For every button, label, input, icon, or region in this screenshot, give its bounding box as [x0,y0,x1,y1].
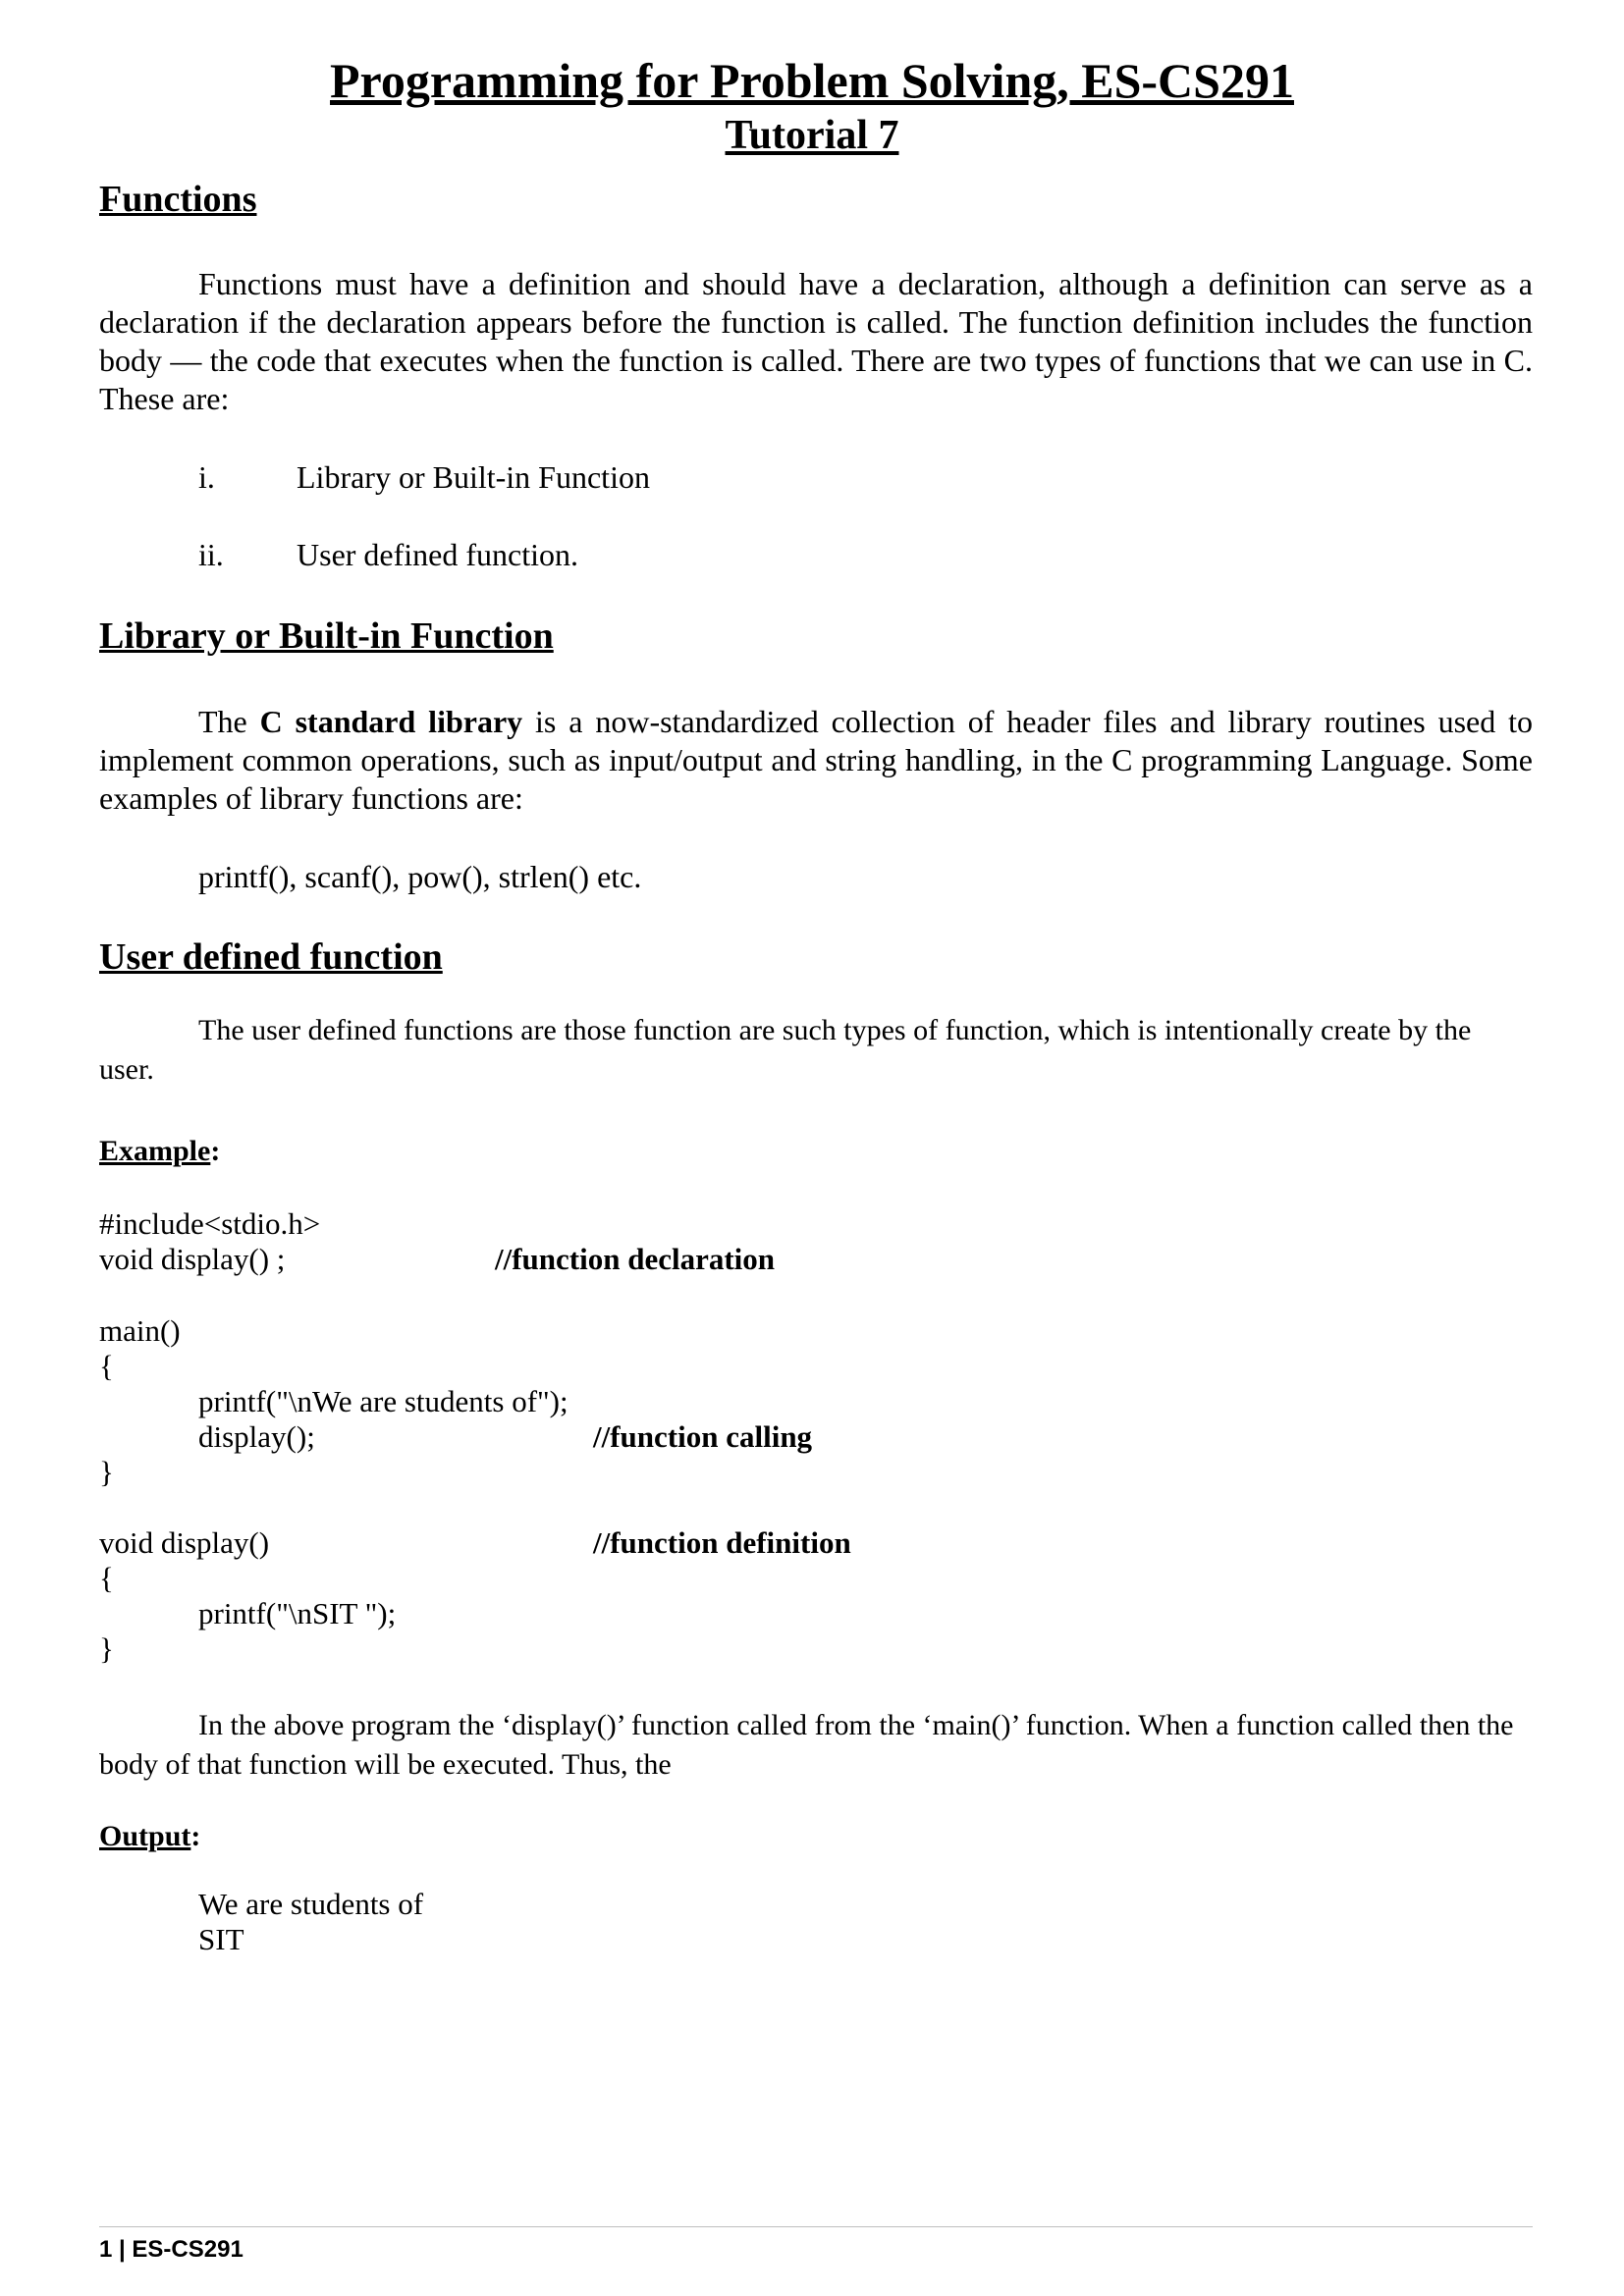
list-item-1-text: Library or Built-in Function [297,459,650,495]
code-declaration: void display() ; [99,1242,286,1276]
user-defined-heading: User defined function [99,936,443,978]
output-label-text: Output [99,1820,191,1852]
example-explanation: In the above program the ‘display()’ fun… [99,1709,1514,1781]
code-comment-declaration: //function declaration [495,1242,776,1276]
library-heading: Library or Built-in Function [99,615,554,657]
document-subtitle: Tutorial 7 [725,113,899,158]
library-paragraph-bold: C standard library [259,704,523,739]
code-open-brace-2: { [99,1561,114,1595]
example-label: Example: [99,1133,220,1170]
code-close-brace-1: } [99,1455,114,1489]
example-label-text: Example [99,1135,211,1167]
document-title: Programming for Problem Solving, ES-CS29… [330,53,1294,108]
library-paragraph-start: The [198,704,260,739]
example-label-colon: : [210,1135,221,1167]
code-comment-calling: //function calling [593,1419,813,1454]
code-open-brace-1: { [99,1349,114,1383]
library-paragraph: The C standard library is a now-standard… [99,703,1533,818]
list-item-2-number: ii. [198,537,224,572]
code-definition: void display() [99,1525,270,1560]
code-main: main() [99,1313,181,1348]
code-call: display(); [198,1419,315,1454]
output-line-2: SIT [198,1922,244,1956]
code-printf-2: printf("\nSIT "); [198,1596,397,1630]
list-item-1-number: i. [198,459,215,495]
user-defined-paragraph: The user defined functions are those fun… [99,1014,1472,1086]
output-label-colon: : [190,1820,201,1852]
list-item-2-text: User defined function. [297,537,579,572]
output-label: Output: [99,1818,200,1855]
code-include: #include<stdio.h> [99,1206,321,1241]
functions-heading: Functions [99,179,257,220]
document-page: Programming for Problem Solving, ES-CS29… [0,0,1624,2296]
footer-divider [99,2226,1533,2227]
code-printf-1: printf("\nWe are students of"); [198,1384,568,1418]
functions-paragraph: Functions must have a definition and sho… [99,266,1533,416]
library-examples: printf(), scanf(), pow(), strlen() etc. [198,859,642,894]
code-comment-definition: //function definition [593,1525,851,1560]
code-close-brace-2: } [99,1631,114,1666]
page-footer: 1 | ES-CS291 [99,2236,244,2263]
output-line-1: We are students of [198,1887,424,1921]
